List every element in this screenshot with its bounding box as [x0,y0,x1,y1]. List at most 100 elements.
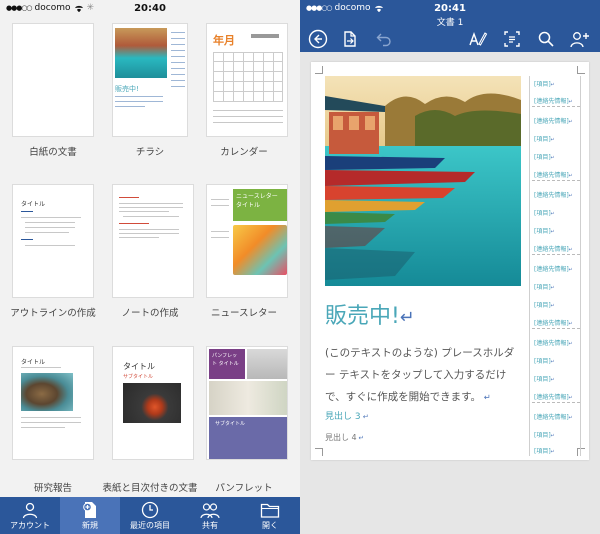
edit-button[interactable] [466,27,490,51]
search-button[interactable] [534,27,558,51]
calendar-grid [213,52,283,102]
tab-shared[interactable]: 共有 [180,497,240,534]
template-calendar[interactable]: 年月 カレンダー [200,16,300,176]
notes-thumbnail [112,184,194,298]
template-label: 表紙と目次付きの文書 [102,483,198,494]
document-page[interactable]: 販売中!↵ (このテキストのような) プレースホルダー テキストをタップして入力… [311,62,589,460]
undo-button[interactable] [372,27,396,51]
tab-label: 新規 [82,521,98,530]
folder-icon [260,503,280,518]
signal-icon: ●●●○○ [306,4,333,12]
cover-subtitle: サブタイトル [123,374,154,380]
clock-icon [141,501,159,519]
tab-label: 開く [262,521,278,530]
template-label: ニュースレター [210,308,278,319]
sidebar-contact: [連絡先情報]↵ [534,118,573,125]
paragraph-mark: ↵ [481,392,491,402]
new-doc-icon [83,502,96,518]
sidebar-item: [項目]↵ [534,210,555,217]
blank-thumbnail [12,23,94,137]
file-button[interactable] [338,27,362,51]
sidebar-item: [項目]↵ [534,154,555,161]
sidebar-contact: [連絡先情報]↵ [534,320,573,327]
flyer-photo [115,28,167,78]
activity-icon: ✳ [86,3,95,13]
research-thumbnail: タイトル [12,346,94,460]
reading-view-icon [504,31,520,47]
status-time: 20:40 [134,2,166,14]
sidebar-item: [項目]↵ [534,448,555,455]
sidebar-item: [項目]↵ [534,376,555,383]
back-button[interactable] [306,27,330,51]
sidebar-item: [項目]↵ [534,81,555,88]
read-mode-button[interactable] [500,27,524,51]
search-icon [538,31,554,47]
signal-icon: ●●●○○ [6,4,33,12]
shared-icon [200,503,220,519]
paragraph-mark: ↵ [360,412,369,421]
template-label: 研究報告 [33,483,72,494]
template-blank[interactable]: 白紙の文書 [0,16,100,176]
newsletter-photo [233,225,287,275]
status-bar: ●●●○○ docomo ✳ 20:40 [0,0,300,16]
newsletter-thumbnail: ニュースレター タイトル [206,184,288,298]
tab-new[interactable]: 新規 [60,497,120,534]
flyer-thumbnail: 販売中! [112,23,188,137]
document-editor-screen: ●●●○○ docomo 20:41 文書 1 販売中!↵ (このテキストのよう… [300,0,600,534]
calendar-thumbnail: 年月 [206,23,288,137]
status-bar: ●●●○○ docomo 20:41 [300,0,600,16]
template-cover-toc[interactable]: タイトル サブタイトル 表紙と目次付きの文書 [100,346,200,506]
sidebar-contact: [連絡先情報]↵ [534,266,573,273]
sidebar-contact: [連絡先情報]↵ [534,394,573,401]
brochure-thumbnail: パンフレット タイトル サブタイトル [206,346,288,460]
heading-4-text: 見出し 4 [325,433,357,442]
tab-recent[interactable]: 最近の項目 [120,497,180,534]
document-headline[interactable]: 販売中!↵ [325,298,415,330]
carrier-name: docomo [334,3,371,13]
status-time: 20:41 [434,2,466,14]
document-body[interactable]: (このテキストのような) プレースホルダー テキストをタップして入力するだけで、… [325,342,515,408]
sidebar-contact: [連絡先情報]↵ [534,414,573,421]
editor-header: ●●●○○ docomo 20:41 文書 1 [300,0,600,52]
sidebar-item: [項目]↵ [534,228,555,235]
tab-bar: アカウント 新規 最近の項目 共有 開く [0,497,300,534]
template-notes[interactable]: ノートの作成 [100,184,200,344]
sidebar-contact: [連絡先情報]↵ [534,340,573,347]
sidebar-contact: [連絡先情報]↵ [534,172,573,179]
heading-3-text: 見出し 3 [325,412,361,422]
add-person-icon [570,32,589,48]
template-label: チラシ [135,147,165,158]
template-outline[interactable]: タイトル アウトラインの作成 [0,184,100,344]
outline-thumbnail: タイトル [12,184,94,298]
template-newsletter[interactable]: ニュースレター タイトル ニュースレター [200,184,300,344]
template-label: ノートの作成 [121,308,179,319]
boats-image [325,76,521,286]
back-icon [308,29,328,49]
template-research[interactable]: タイトル 研究報告 [0,346,100,506]
account-icon [22,502,38,519]
carrier-name: docomo [34,3,71,13]
template-label: アウトラインの作成 [10,308,96,319]
sidebar-item: [項目]↵ [534,358,555,365]
sidebar-item: [項目]↵ [534,432,555,439]
template-flyer[interactable]: 販売中! チラシ [100,16,200,176]
pen-a-icon [469,31,488,46]
heading-4[interactable]: 見出し 4 ↵ [325,432,364,443]
outline-title: タイトル [21,201,46,208]
sidebar-item: [項目]↵ [534,284,555,291]
share-button[interactable] [568,27,592,51]
wifi-icon [374,5,383,12]
heading-3[interactable]: 見出し 3 ↵ [325,409,369,422]
contact-sidebar[interactable]: [項目]↵ [連絡先情報]↵ [連絡先情報]↵ [項目]↵ [項目]↵ [連絡先… [529,76,581,456]
tab-account[interactable]: アカウント [0,497,60,534]
cover-toc-thumbnail: タイトル サブタイトル [112,346,194,460]
tab-label: 最近の項目 [130,521,170,530]
tab-open[interactable]: 開く [240,497,300,534]
document-photo[interactable] [325,76,521,286]
undo-icon [376,33,391,47]
cover-title: タイトル [123,362,155,371]
newsletter-title: ニュースレター タイトル [233,189,287,221]
sidebar-item: [項目]↵ [534,136,555,143]
file-icon [344,31,356,47]
template-brochure[interactable]: パンフレット タイトル サブタイトル パンフレット [200,346,300,506]
